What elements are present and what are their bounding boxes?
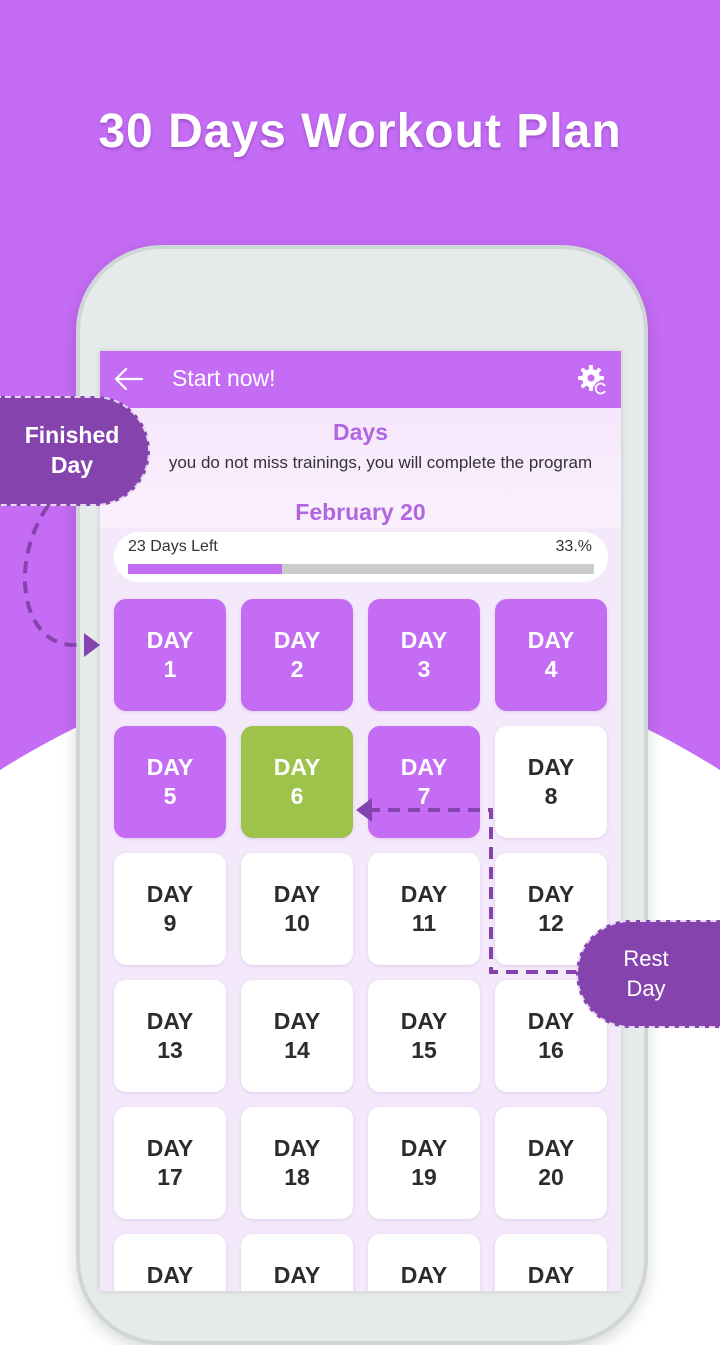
day-tile-17[interactable]: DAY 17 (114, 1107, 226, 1219)
day-tile-4[interactable]: DAY 4 (495, 599, 607, 711)
day-tile-number: 2 (290, 656, 304, 682)
day-tile-number: 18 (284, 1164, 310, 1190)
intro-subtitle: you do not miss trainings, you will comp… (168, 453, 593, 472)
day-tile-number: 8 (544, 783, 558, 809)
progress-percent: 33.% (555, 538, 592, 555)
day-tile-11[interactable]: DAY 11 (368, 853, 480, 965)
day-tile-label: DAY (146, 881, 194, 907)
day-tile-label: DAY (400, 627, 448, 653)
day-tile-9[interactable]: DAY 9 (114, 853, 226, 965)
day-tile-label: DAY (146, 1262, 194, 1288)
day-tile-number: 1 (163, 656, 177, 682)
app-bar: Start now! (100, 351, 621, 408)
day-tile-label: DAY (273, 1008, 321, 1034)
day-tile-number: 19 (411, 1164, 437, 1190)
day-tile-label: DAY (273, 881, 321, 907)
day-tile-label: DAY (527, 1135, 575, 1161)
day-tile-number: 11 (411, 910, 437, 936)
day-tile-label: DAY (146, 1008, 194, 1034)
day-tile-number: 17 (157, 1164, 183, 1190)
day-tile-14[interactable]: DAY 14 (241, 980, 353, 1092)
day-tile-label: DAY (400, 754, 448, 780)
day-tile-label: DAY (400, 1262, 448, 1288)
day-tile-number: 20 (538, 1164, 564, 1190)
day-tile-number: 16 (538, 1037, 564, 1063)
progress-card: 23 Days Left 33.% (114, 532, 608, 582)
day-tile-label: DAY (146, 1135, 194, 1161)
day-tile-label: DAY (527, 754, 575, 780)
gear-refresh-icon[interactable] (576, 363, 610, 397)
day-tile-number: 9 (163, 910, 177, 936)
day-tile-number: 10 (284, 910, 310, 936)
day-tile-number: 13 (157, 1037, 183, 1063)
day-tile-1[interactable]: DAY 1 (114, 599, 226, 711)
day-tile-label: DAY (527, 1262, 575, 1288)
day-tile-label: DAY (400, 1135, 448, 1161)
day-tile-22[interactable]: DAY 22 (241, 1234, 353, 1291)
day-tile-number: 24 (538, 1290, 564, 1291)
day-tile-label: DAY (273, 627, 321, 653)
day-tile-18[interactable]: DAY 18 (241, 1107, 353, 1219)
day-tile-number: 14 (284, 1037, 310, 1063)
day-tile-label: DAY (273, 1135, 321, 1161)
completion-date: February 20 (295, 499, 426, 525)
day-tile-number: 6 (290, 783, 304, 809)
finished-day-callout-text: Finished Day (24, 422, 120, 478)
day-tile-label: DAY (273, 754, 321, 780)
progress-bar-fill (128, 564, 282, 574)
day-tile-label: DAY (146, 754, 194, 780)
day-tile-number: 7 (417, 783, 431, 809)
day-tile-23[interactable]: DAY 23 (368, 1234, 480, 1291)
day-grid: DAY 1 DAY 2 DAY 3 DAY 4 DAY 5 DAY 6 DAY 7 DAY 8 DAY 9 DAY 1… (114, 599, 610, 1291)
day-tile-label: DAY (527, 627, 575, 653)
day-tile-13[interactable]: DAY 13 (114, 980, 226, 1092)
day-tile-number: 12 (538, 910, 564, 936)
app-screen: Start now! Days you do not miss training… (100, 351, 621, 1291)
day-tile-5[interactable]: DAY 5 (114, 726, 226, 838)
day-tile-2[interactable]: DAY 2 (241, 599, 353, 711)
days-left-label: 23 Days Left (128, 538, 218, 555)
day-tile-20[interactable]: DAY 20 (495, 1107, 607, 1219)
app-bar-title: Start now! (172, 365, 276, 391)
day-tile-15[interactable]: DAY 15 (368, 980, 480, 1092)
arrow-left-icon[interactable] (112, 365, 144, 393)
day-tile-6[interactable]: DAY 6 (241, 726, 353, 838)
finished-day-callout: Finished Day (0, 396, 150, 506)
day-tile-10[interactable]: DAY 10 (241, 853, 353, 965)
day-tile-21[interactable]: DAY 21 (114, 1234, 226, 1291)
day-tile-number: 5 (163, 783, 177, 809)
day-tile-label: DAY (400, 1008, 448, 1034)
days-title: Days (333, 419, 388, 445)
day-tile-number: 21 (157, 1290, 183, 1291)
day-tile-number: 23 (411, 1290, 437, 1291)
day-tile-19[interactable]: DAY 19 (368, 1107, 480, 1219)
day-tile-24[interactable]: DAY 24 (495, 1234, 607, 1291)
day-tile-7[interactable]: DAY 7 (368, 726, 480, 838)
progress-bar (128, 564, 594, 574)
day-tile-label: DAY (273, 1262, 321, 1288)
day-tile-8[interactable]: DAY 8 (495, 726, 607, 838)
day-tile-3[interactable]: DAY 3 (368, 599, 480, 711)
day-tile-label: DAY (400, 881, 448, 907)
rest-day-callout-text: Rest Day (623, 946, 669, 1001)
day-tile-label: DAY (527, 1008, 575, 1034)
day-tile-label: DAY (146, 627, 194, 653)
day-tile-number: 22 (284, 1290, 310, 1291)
day-tile-label: DAY (527, 881, 575, 907)
day-tile-number: 15 (411, 1037, 437, 1063)
day-tile-number: 3 (417, 656, 431, 682)
headline: 30 Days Workout Plan (98, 105, 622, 158)
rest-day-callout: Rest Day (576, 920, 720, 1028)
day-tile-number: 4 (544, 656, 558, 682)
